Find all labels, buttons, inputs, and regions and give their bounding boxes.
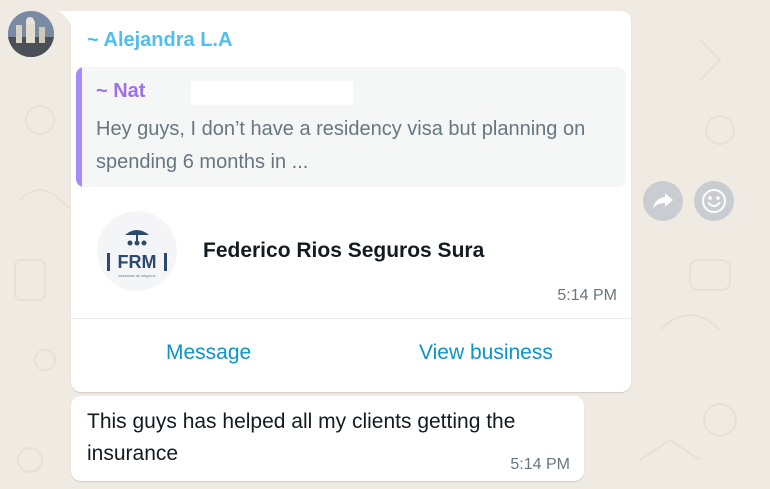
sender-avatar-photo (8, 11, 54, 57)
contact-logo[interactable]: FRM asesoras de seguros (97, 211, 177, 291)
emoji-icon (702, 189, 726, 213)
logo-subtext: asesoras de seguros (118, 273, 155, 278)
message-bubble-text: This guys has helped all my clients gett… (71, 396, 584, 481)
action-divider (71, 318, 631, 319)
quoted-author: ~ Nat (96, 80, 146, 102)
quoted-text: Hey guys, I don’t have a residency visa … (96, 118, 586, 173)
redacted-phone (191, 81, 353, 105)
sender-name[interactable]: ~ Alejandra L.A (87, 29, 232, 52)
quoted-message[interactable]: ~ Nat Hey guys, I don’t have a residency… (76, 67, 626, 187)
frm-logo: FRM asesoras de seguros (97, 211, 177, 291)
sender-avatar[interactable] (8, 11, 54, 57)
forward-icon (653, 193, 673, 209)
message-text: This guys has helped all my clients gett… (87, 410, 516, 465)
react-button[interactable] (694, 181, 734, 221)
logo-text: FRM (118, 252, 157, 272)
view-business-button[interactable]: View business (419, 341, 553, 365)
contact-name[interactable]: Federico Rios Seguros Sura (203, 239, 484, 263)
quote-accent-bar (76, 67, 82, 187)
message-time: 5:14 PM (557, 287, 617, 304)
message-time: 5:14 PM (510, 456, 570, 473)
message-bubble-contact: ~ Alejandra L.A ~ Nat Hey guys, I don’t … (71, 11, 631, 392)
message-button[interactable]: Message (166, 341, 251, 365)
forward-button[interactable] (643, 181, 683, 221)
